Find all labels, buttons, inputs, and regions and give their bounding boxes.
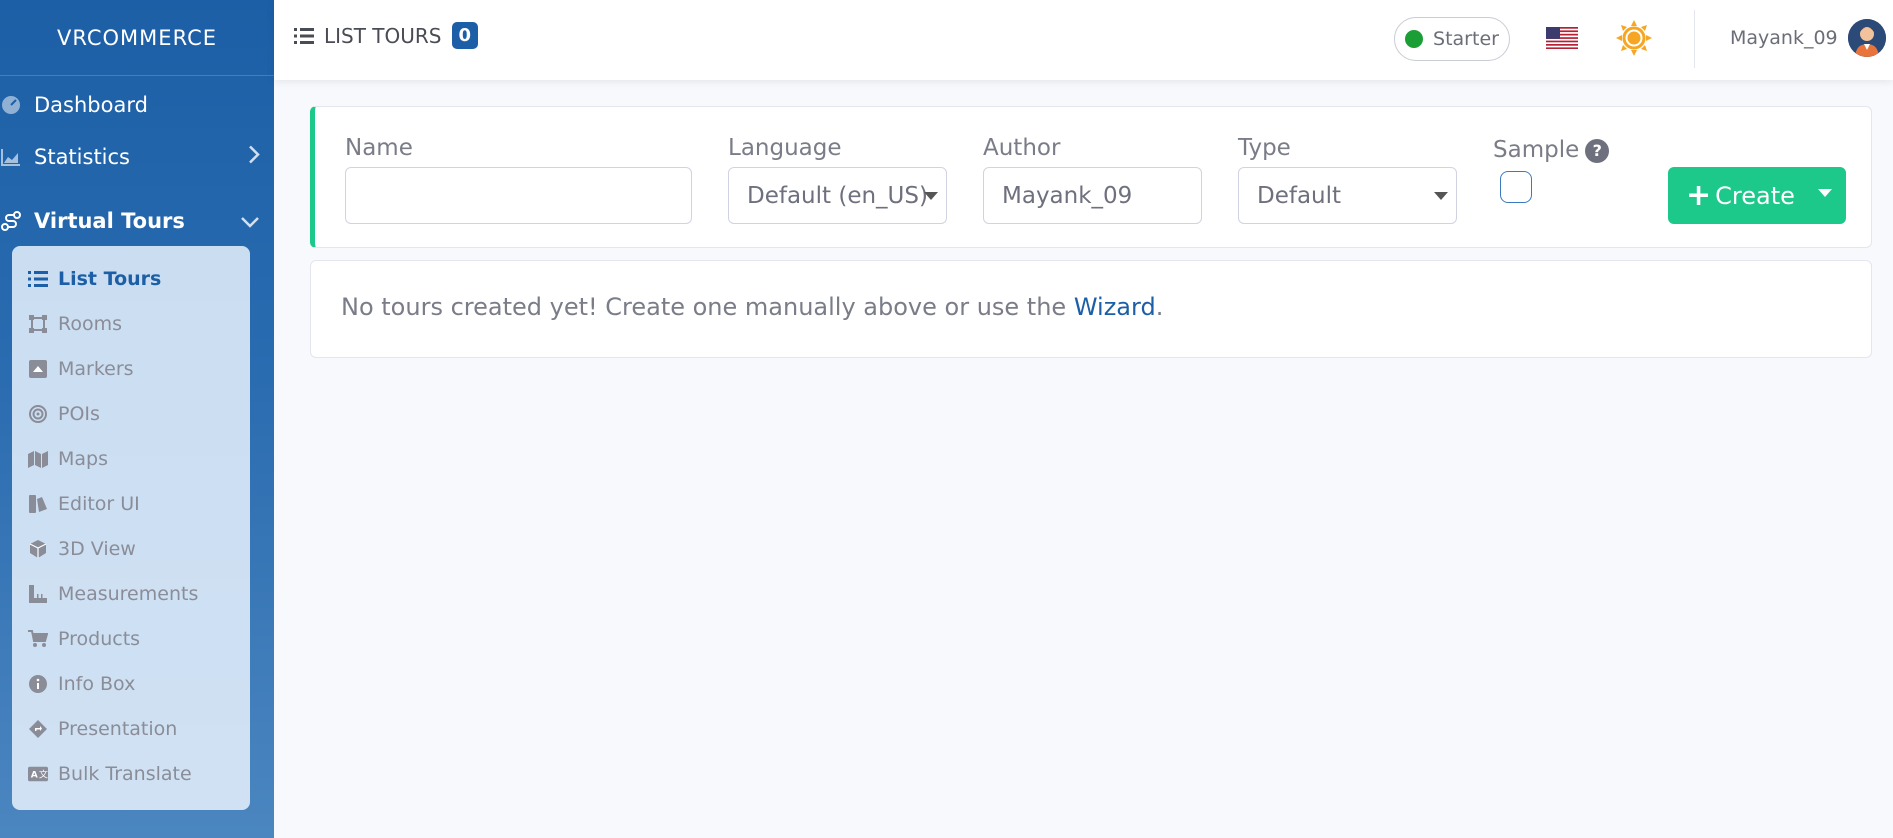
author-label: Author xyxy=(983,135,1061,161)
chevron-right-icon xyxy=(248,145,260,170)
language-select-value: Default (en_US) xyxy=(747,182,928,209)
empty-state-card: No tours created yet! Create one manuall… xyxy=(310,260,1872,358)
svg-text:文: 文 xyxy=(39,769,48,781)
directions-icon xyxy=(28,719,48,739)
submenu-item-label: Products xyxy=(58,628,141,650)
caret-square-icon xyxy=(28,359,48,379)
user-name[interactable]: Mayank_09 xyxy=(1730,27,1838,49)
topbar: LIST TOURS 0 Starter Mayank_09 xyxy=(274,0,1893,80)
sidebar-item-label: Statistics xyxy=(34,145,130,169)
author-input[interactable]: Mayank_09 xyxy=(983,167,1202,224)
cube-icon xyxy=(28,539,48,559)
submenu-item-label: Bulk Translate xyxy=(58,763,192,785)
submenu-item-measurements[interactable]: Measurements xyxy=(28,583,198,605)
sample-label-text: Sample xyxy=(1493,137,1580,163)
plan-label: Starter xyxy=(1433,28,1499,50)
submenu-item-list-tours[interactable]: List Tours xyxy=(28,268,161,290)
tour-filter-card: Name Language Default (en_US) Author May… xyxy=(310,106,1872,248)
wizard-link[interactable]: Wizard xyxy=(1074,293,1156,321)
chevron-down-icon xyxy=(240,209,260,233)
type-select[interactable]: Default xyxy=(1238,167,1457,224)
submenu-item-label: Info Box xyxy=(58,673,136,695)
sidebar-item-virtual-tours[interactable]: Virtual Tours xyxy=(0,206,274,236)
chart-icon xyxy=(0,146,22,168)
us-flag-icon[interactable] xyxy=(1546,27,1578,49)
empty-state-suffix: . xyxy=(1155,293,1164,321)
svg-text:A: A xyxy=(31,771,38,781)
route-icon xyxy=(0,210,22,232)
submenu-item-label: Rooms xyxy=(58,313,123,335)
status-dot-icon xyxy=(1405,30,1424,48)
virtual-tours-submenu: List Tours Rooms Markers POIs Maps Edito… xyxy=(12,246,250,810)
submenu-item-info-box[interactable]: Info Box xyxy=(28,673,135,695)
submenu-item-3d-view[interactable]: 3D View xyxy=(28,538,136,560)
submenu-item-label: List Tours xyxy=(58,268,162,290)
submenu-item-editor-ui[interactable]: Editor UI xyxy=(28,493,140,515)
ruler-icon xyxy=(28,584,48,604)
plan-badge[interactable]: Starter xyxy=(1394,17,1510,61)
submenu-item-bulk-translate[interactable]: A文 Bulk Translate xyxy=(28,763,192,785)
question-circle-icon[interactable]: ? xyxy=(1585,138,1610,163)
caret-down-icon[interactable] xyxy=(1818,189,1832,197)
submenu-item-pois[interactable]: POIs xyxy=(28,403,100,425)
cart-icon xyxy=(28,629,48,649)
map-icon xyxy=(28,449,48,469)
create-button-label: Create xyxy=(1715,181,1795,210)
submenu-item-products[interactable]: Products xyxy=(28,628,140,650)
caret-down-icon xyxy=(924,191,938,200)
submenu-item-rooms[interactable]: Rooms xyxy=(28,313,122,335)
type-label: Type xyxy=(1238,135,1291,161)
dashboard-icon xyxy=(0,94,22,116)
submenu-item-presentation[interactable]: Presentation xyxy=(28,718,177,740)
submenu-item-label: POIs xyxy=(58,403,100,425)
submenu-item-label: Presentation xyxy=(58,718,178,740)
sample-label: Sample? xyxy=(1493,137,1610,163)
topbar-divider xyxy=(1694,10,1695,68)
sidebar-item-statistics[interactable]: Statistics xyxy=(0,142,274,172)
caret-down-icon xyxy=(1434,191,1448,200)
empty-state-text: No tours created yet! Create one manuall… xyxy=(341,293,1074,321)
name-label: Name xyxy=(345,135,413,161)
sidebar-item-label: Dashboard xyxy=(34,93,148,117)
theme-toggle-sun-icon[interactable] xyxy=(1616,20,1652,56)
avatar[interactable] xyxy=(1848,19,1886,57)
tour-count-badge: 0 xyxy=(451,22,479,49)
submenu-item-maps[interactable]: Maps xyxy=(28,448,108,470)
name-input[interactable] xyxy=(345,167,692,224)
list-icon xyxy=(294,27,314,45)
create-button[interactable]: + Create xyxy=(1668,167,1846,224)
language-icon: A文 xyxy=(28,764,48,784)
vector-square-icon xyxy=(28,314,48,334)
empty-state-message: No tours created yet! Create one manuall… xyxy=(341,293,1163,321)
page-title: LIST TOURS 0 xyxy=(294,22,479,49)
page-title-text: LIST TOURS xyxy=(324,23,442,48)
bullseye-icon xyxy=(28,404,48,424)
sample-checkbox[interactable] xyxy=(1500,171,1532,203)
submenu-item-label: Editor UI xyxy=(58,493,140,515)
list-icon xyxy=(28,269,48,289)
submenu-item-label: 3D View xyxy=(58,538,136,560)
brand-logo[interactable]: VRCOMMERCE xyxy=(0,0,274,76)
language-select[interactable]: Default (en_US) xyxy=(728,167,947,224)
type-select-value: Default xyxy=(1257,182,1342,209)
info-circle-icon xyxy=(28,674,48,694)
sidebar: VRCOMMERCE Dashboard Statistics Virtual … xyxy=(0,0,274,838)
sidebar-item-dashboard[interactable]: Dashboard xyxy=(0,90,274,120)
sidebar-item-label: Virtual Tours xyxy=(34,209,185,233)
swatchbook-icon xyxy=(28,494,48,514)
language-label: Language xyxy=(728,135,842,161)
submenu-item-label: Measurements xyxy=(58,583,199,605)
submenu-item-label: Maps xyxy=(58,448,108,470)
plus-icon: + xyxy=(1686,177,1712,213)
submenu-item-markers[interactable]: Markers xyxy=(28,358,134,380)
submenu-item-label: Markers xyxy=(58,358,134,380)
